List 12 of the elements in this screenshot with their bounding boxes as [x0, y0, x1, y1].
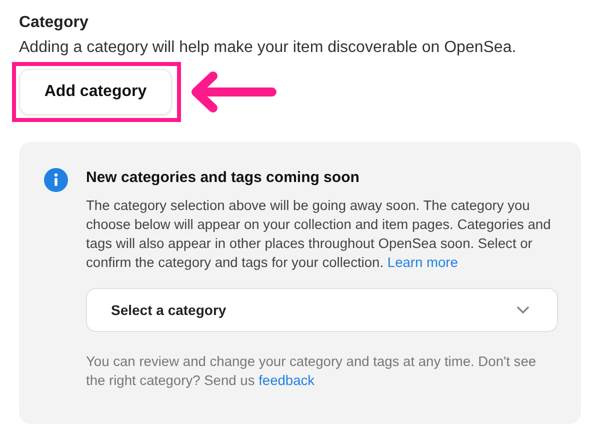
notice-title: New categories and tags coming soon: [86, 169, 360, 186]
arrow-icon: [189, 70, 277, 114]
section-description: Adding a category will help make your item discoverable on OpenSea.: [19, 39, 518, 57]
footer-text: You can review and change your category and tags at any time. Don't see the right category? Send us feedback: [86, 353, 538, 390]
notice-text: The category selection above will be going away soon. The category you choose below will appear on your collection and item pages. Categories and tags will also appear in other places throughout OpenSea soon. Select or confirm the category and tags for your collection. Learn more: [86, 197, 552, 272]
info-icon: [44, 168, 68, 192]
chevron-down-icon: [517, 306, 529, 314]
learn-more-link[interactable]: Learn more: [387, 255, 458, 270]
feedback-link[interactable]: feedback: [258, 373, 315, 388]
add-category-button[interactable]: Add category: [19, 69, 172, 115]
section-title: Category: [19, 14, 90, 32]
category-select[interactable]: Select a category: [86, 288, 558, 332]
